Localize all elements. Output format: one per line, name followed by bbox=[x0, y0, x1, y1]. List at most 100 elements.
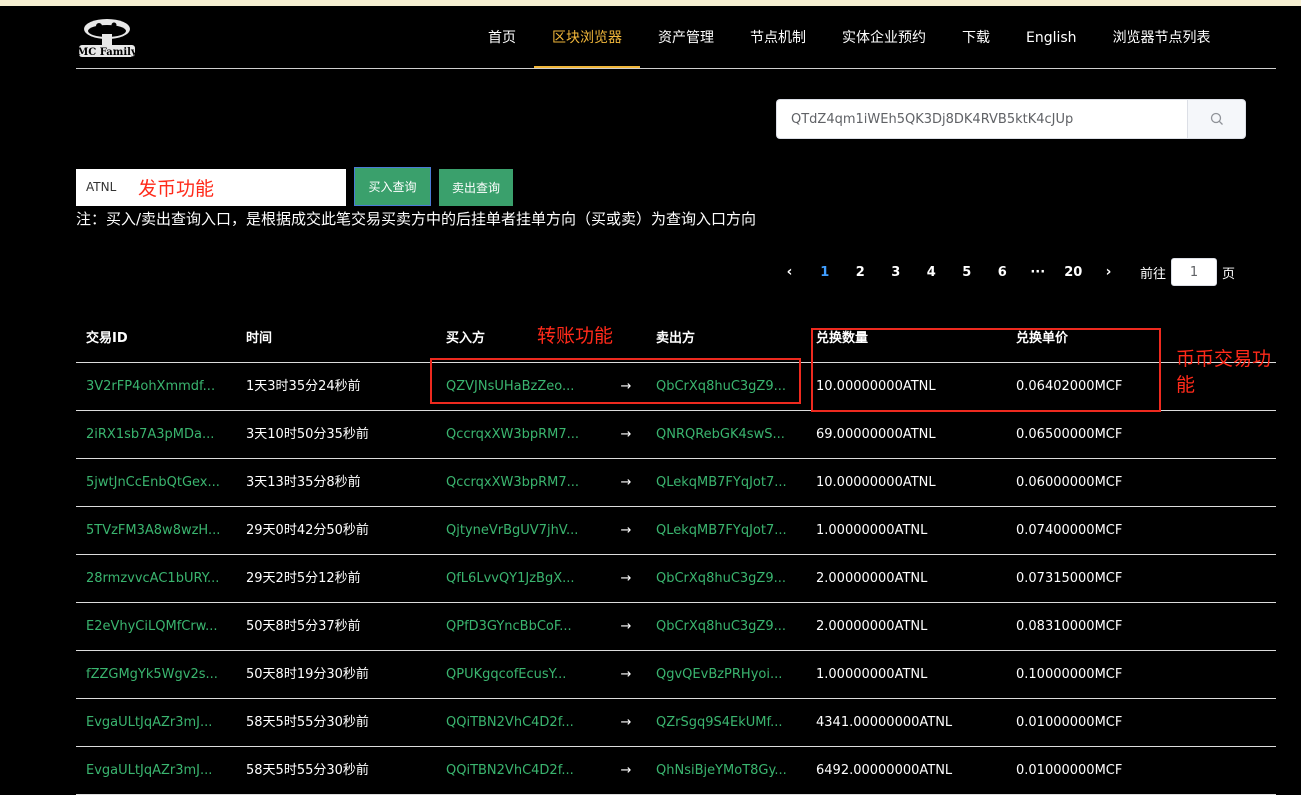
tx-price: 0.01000000MCF bbox=[1016, 715, 1123, 730]
logo[interactable]: MC Family bbox=[76, 16, 138, 60]
goto-page-input[interactable] bbox=[1171, 258, 1218, 286]
arrow-right-icon: → bbox=[620, 763, 632, 778]
table-row: 5TVzFM3A8w8wzH... 29天0时42分50秒前 QjtyneVrBgU… bbox=[76, 507, 1276, 555]
seller-address-link[interactable]: QZrSgq9S4EkUMf... bbox=[646, 699, 806, 746]
seller-address-link[interactable]: QhNsiBjeYMoT8Gy... bbox=[646, 747, 806, 794]
search-button[interactable] bbox=[1187, 99, 1246, 139]
tx-price: 0.07315000MCF bbox=[1016, 571, 1123, 586]
tx-id-link[interactable]: 3V2rFP4ohXmmdf... bbox=[76, 363, 236, 410]
buyer-address-link[interactable]: QfL6LvvQY1JzBgX... bbox=[436, 555, 606, 602]
buyer-address-link[interactable]: QjtyneVrBgUV7jhV... bbox=[436, 507, 606, 554]
tx-time: 50天8时5分37秒前 bbox=[246, 619, 361, 634]
main-nav: 首页 区块浏览器 资产管理 节点机制 实体企业预约 下载 English 浏览器节点列表 bbox=[470, 0, 1229, 68]
tx-time: 58天5时55分30秒前 bbox=[246, 715, 369, 730]
tx-id-link[interactable]: fZZGMgYk5Wgv2s... bbox=[76, 651, 236, 698]
tx-price: 0.08310000MCF bbox=[1016, 619, 1123, 634]
buy-query-button[interactable]: 买入查询 bbox=[354, 167, 431, 206]
nav-item-6[interactable]: English bbox=[1008, 0, 1095, 68]
page-button-6[interactable]: 6 bbox=[985, 265, 1021, 280]
tx-id-link[interactable]: E2eVhyCiLQMfCrw... bbox=[76, 603, 236, 650]
mc-family-logo-icon: MC Family bbox=[77, 19, 138, 58]
tx-time: 58天5时55分30秒前 bbox=[246, 763, 369, 778]
nav-divider bbox=[76, 68, 1276, 69]
trade-highlight-box bbox=[811, 328, 1161, 412]
seller-address-link[interactable]: QNRQRebGK4swS... bbox=[646, 411, 806, 458]
tx-price: 0.10000000MCF bbox=[1016, 667, 1123, 682]
tx-amount: 69.00000000ATNL bbox=[816, 427, 936, 442]
tx-time: 1天3时35分24秒前 bbox=[246, 379, 361, 394]
page-button-3[interactable]: 3 bbox=[878, 265, 914, 280]
table-row: 2iRX1sb7A3pMDa... 3天10时50分35秒前 QccrqxXW3bp… bbox=[76, 411, 1276, 459]
annotation-issue: 发币功能 bbox=[138, 178, 215, 200]
tx-id-link[interactable]: 5jwtJnCcEnbQtGex... bbox=[76, 459, 236, 506]
goto-suffix: 页 bbox=[1222, 266, 1236, 282]
seller-address-link[interactable]: QbCrXq8huC3gZ9... bbox=[646, 603, 806, 650]
arrow-right-icon: → bbox=[620, 571, 632, 586]
search-icon bbox=[1210, 112, 1223, 125]
tx-amount: 4341.00000000ATNL bbox=[816, 715, 953, 730]
table-row: 28rmzvvcAC1bURY... 29天2时5分12秒前 QfL6LvvQY1J… bbox=[76, 555, 1276, 603]
arrow-right-icon: → bbox=[620, 715, 632, 730]
page-ellipsis[interactable]: ··· bbox=[1020, 265, 1056, 280]
search-input[interactable] bbox=[776, 99, 1187, 139]
seller-address-link[interactable]: QgvQEvBzPRHyoi... bbox=[646, 651, 806, 698]
token-input-value: ATNL bbox=[86, 180, 117, 194]
arrow-right-icon: → bbox=[620, 475, 632, 490]
tx-id-link[interactable]: EvgaULtJqAZr3mJ... bbox=[76, 747, 236, 794]
buyer-address-link[interactable]: QQiTBN2VhC4D2f... bbox=[436, 747, 606, 794]
annotation-transfer: 转账功能 bbox=[537, 325, 614, 347]
nav-item-1[interactable]: 区块浏览器 bbox=[534, 0, 640, 68]
buyer-address-link[interactable]: QQiTBN2VhC4D2f... bbox=[436, 699, 606, 746]
arrow-right-icon: → bbox=[620, 619, 632, 634]
seller-address-link[interactable]: QLekqMB7FYqJot7... bbox=[646, 507, 806, 554]
tx-time: 29天0时42分50秒前 bbox=[246, 523, 369, 538]
seller-address-link[interactable]: QbCrXq8huC3gZ9... bbox=[646, 555, 806, 602]
next-page-button[interactable]: › bbox=[1091, 264, 1126, 280]
pagination: ‹ 123456···20 › 前往 页 bbox=[772, 258, 1235, 286]
tx-price: 0.01000000MCF bbox=[1016, 763, 1123, 778]
goto-label: 前往 bbox=[1140, 266, 1167, 282]
nav-item-0[interactable]: 首页 bbox=[470, 0, 534, 68]
buyer-address-link[interactable]: QccrqxXW3bpRM7... bbox=[436, 459, 606, 506]
tx-id-link[interactable]: 5TVzFM3A8w8wzH... bbox=[76, 507, 236, 554]
annotation-trade: 币币交易功能 bbox=[1176, 348, 1272, 396]
buyer-address-link[interactable]: QccrqxXW3bpRM7... bbox=[436, 411, 606, 458]
nav-item-2[interactable]: 资产管理 bbox=[640, 0, 732, 68]
arrow-right-icon: → bbox=[620, 667, 632, 682]
tx-price: 0.06500000MCF bbox=[1016, 427, 1123, 442]
tx-amount: 10.00000000ATNL bbox=[816, 475, 936, 490]
table-row: EvgaULtJqAZr3mJ... 58天5时55分30秒前 QQiTBN2VhC… bbox=[76, 747, 1276, 795]
table-body: 3V2rFP4ohXmmdf... 1天3时35分24秒前 QZVJNsUHaBzZ… bbox=[76, 363, 1276, 795]
page-button-4[interactable]: 4 bbox=[914, 265, 950, 280]
tx-time: 3天10时50分35秒前 bbox=[246, 427, 369, 442]
nav-item-5[interactable]: 下载 bbox=[944, 0, 1008, 68]
tx-time: 29天2时5分12秒前 bbox=[246, 571, 361, 586]
tx-price: 0.06000000MCF bbox=[1016, 475, 1123, 490]
tx-amount: 2.00000000ATNL bbox=[816, 619, 928, 634]
tx-time: 3天13时35分8秒前 bbox=[246, 475, 361, 490]
page-button-2[interactable]: 2 bbox=[843, 265, 879, 280]
tx-price: 0.07400000MCF bbox=[1016, 523, 1123, 538]
tx-amount: 1.00000000ATNL bbox=[816, 523, 928, 538]
tx-time: 50天8时19分30秒前 bbox=[246, 667, 369, 682]
table-row: E2eVhyCiLQMfCrw... 50天8时5分37秒前 QPfD3GYncBb… bbox=[76, 603, 1276, 651]
buyer-address-link[interactable]: QPUKgqcofEcusY... bbox=[436, 651, 606, 698]
tx-id-link[interactable]: EvgaULtJqAZr3mJ... bbox=[76, 699, 236, 746]
tx-id-link[interactable]: 2iRX1sb7A3pMDa... bbox=[76, 411, 236, 458]
sell-query-button[interactable]: 卖出查询 bbox=[439, 169, 513, 206]
nav-item-4[interactable]: 实体企业预约 bbox=[824, 0, 944, 68]
buyer-address-link[interactable]: QPfD3GYncBbCoF... bbox=[436, 603, 606, 650]
table-row: EvgaULtJqAZr3mJ... 58天5时55分30秒前 QQiTBN2VhC… bbox=[76, 699, 1276, 747]
transfer-highlight-box bbox=[430, 358, 801, 404]
tx-id-link[interactable]: 28rmzvvcAC1bURY... bbox=[76, 555, 236, 602]
prev-page-button[interactable]: ‹ bbox=[772, 264, 807, 280]
seller-address-link[interactable]: QLekqMB7FYqJot7... bbox=[646, 459, 806, 506]
page-button-1[interactable]: 1 bbox=[807, 265, 843, 280]
page-button-5[interactable]: 5 bbox=[949, 265, 985, 280]
query-note: 注：买入/卖出查询入口，是根据成交此笔交易买卖方中的后挂单者挂单方向（买或卖）为… bbox=[76, 210, 757, 228]
nav-item-7[interactable]: 浏览器节点列表 bbox=[1095, 0, 1229, 68]
header-seller: 卖出方 bbox=[656, 331, 696, 346]
page-button-20[interactable]: 20 bbox=[1056, 265, 1092, 280]
nav-item-3[interactable]: 节点机制 bbox=[732, 0, 824, 68]
logo-text: MC Family bbox=[77, 47, 138, 58]
